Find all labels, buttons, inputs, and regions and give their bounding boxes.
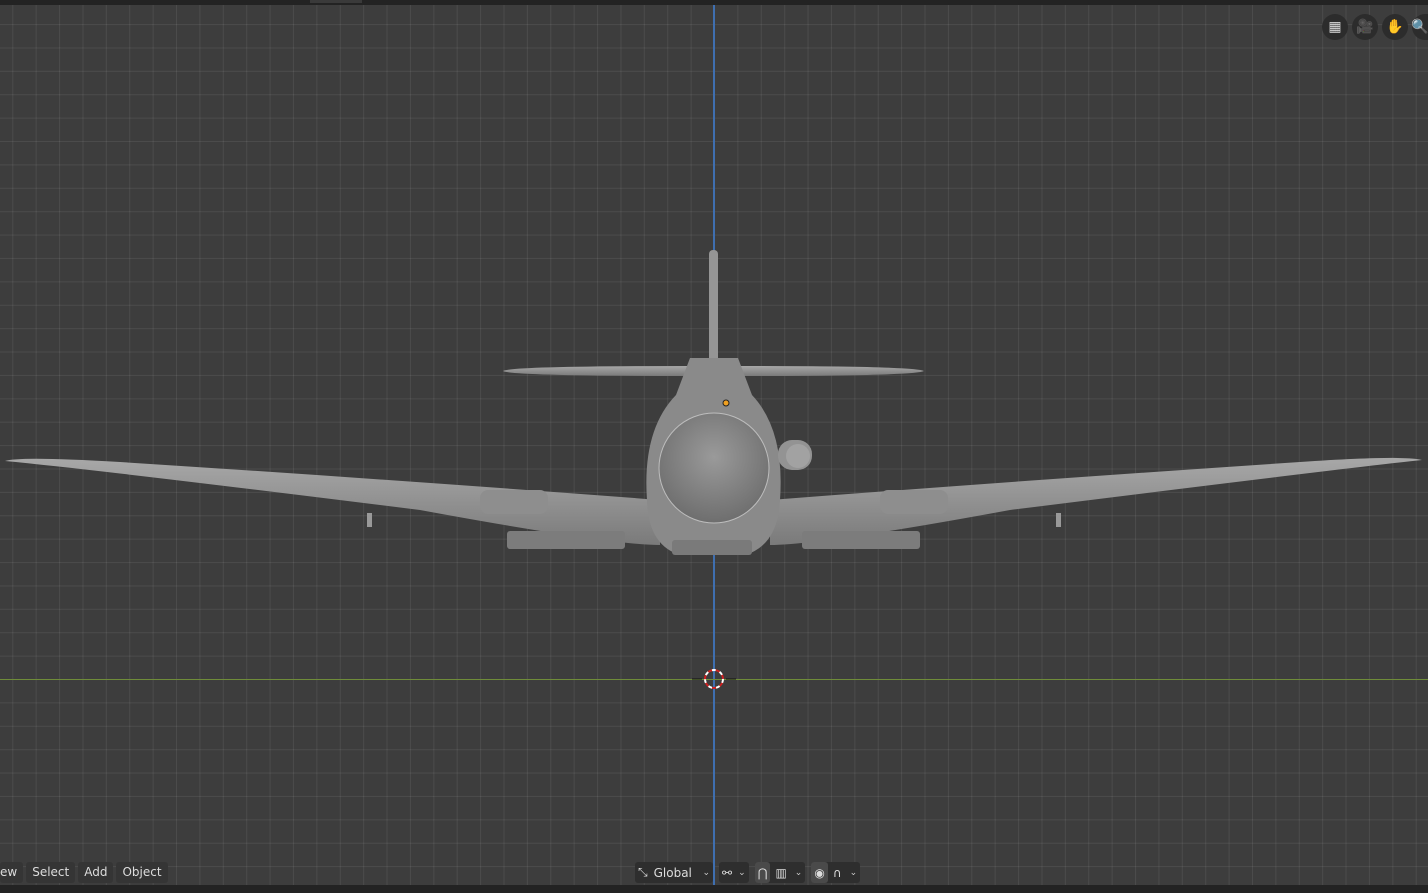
proportional-editing-icon[interactable]: ◉ <box>811 862 828 883</box>
orientation-value: Global <box>653 865 692 880</box>
object-origin <box>722 399 730 407</box>
pivot-point-dropdown[interactable]: ⚯ ⌄ <box>719 862 749 883</box>
magnet-icon[interactable]: ⋂ <box>754 862 771 883</box>
orientation-icon: ⤡ <box>638 865 648 879</box>
grid-icon[interactable]: ▦ <box>1322 14 1348 40</box>
header-tools: ⤡ Global ⌄ ⚯ ⌄ ⋂ ▥ ⌄ ◉ ∩ ⌄ <box>635 862 861 883</box>
right-wing <box>770 457 1422 549</box>
header-menus: ew Select Add Object <box>0 862 168 883</box>
left-wing <box>5 458 660 549</box>
zoom-icon[interactable]: 🔍 <box>1411 14 1428 40</box>
airplane-model[interactable] <box>0 0 1428 893</box>
chevron-down-icon: ⌄ <box>702 867 710 878</box>
pivot-icon: ⚯ <box>722 865 733 880</box>
bottom-bar <box>0 885 1428 893</box>
chevron-down-icon: ⌄ <box>738 867 746 878</box>
navigation-gizmo: ▦ 🎥 ✋ 🔍 <box>1322 14 1428 40</box>
view-menu[interactable]: ew <box>0 862 24 883</box>
proportional-editing-group: ◉ ∩ ⌄ <box>811 862 861 883</box>
select-menu[interactable]: Select <box>26 862 76 883</box>
falloff-curve-icon[interactable]: ∩ <box>830 866 845 880</box>
hand-pan-icon[interactable]: ✋ <box>1382 14 1408 40</box>
snap-increment-icon[interactable]: ▥ <box>772 866 789 880</box>
transform-orientation-dropdown[interactable]: ⤡ Global ⌄ <box>635 862 713 883</box>
tail-fin <box>709 250 718 362</box>
snapping-group: ⋂ ▥ ⌄ <box>754 862 806 883</box>
add-menu[interactable]: Add <box>78 862 114 883</box>
3d-cursor[interactable] <box>692 669 736 689</box>
chevron-down-icon[interactable]: ⌄ <box>847 868 861 878</box>
camera-icon[interactable]: 🎥 <box>1352 14 1378 40</box>
chevron-down-icon[interactable]: ⌄ <box>792 868 806 878</box>
object-menu[interactable]: Object <box>116 862 168 883</box>
